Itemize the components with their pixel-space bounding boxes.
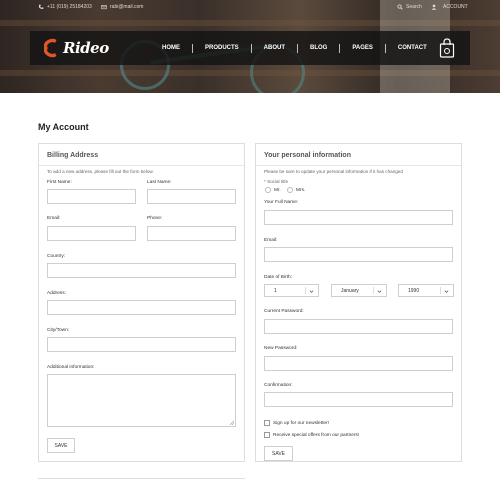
account-link[interactable]: ACCOUNT: [431, 4, 468, 10]
divider: [38, 478, 245, 479]
main-navbar: Rideo HOME PRODUCTS ABOUT BLOG PAGES CON…: [30, 31, 470, 65]
billing-address-panel: Billing Address To add a new address, pl…: [38, 143, 245, 462]
newsletter-label: Sign up for our newsletter!: [273, 421, 329, 426]
email-label: Email:: [47, 216, 61, 221]
address-input[interactable]: [47, 300, 236, 315]
shopping-bag-icon[interactable]: [439, 37, 455, 59]
offers-checkbox[interactable]: [264, 432, 270, 438]
additional-info-textarea[interactable]: [47, 374, 236, 427]
nav-item-home[interactable]: HOME: [150, 44, 192, 53]
nav-item-about[interactable]: ABOUT: [250, 44, 297, 53]
city-label: City/Town:: [47, 328, 70, 333]
personal-heading: Your personal information: [264, 152, 351, 159]
current-password-input[interactable]: [264, 319, 453, 334]
billing-email-input[interactable]: [47, 226, 136, 241]
phone-text: +11 (019) 25184203: [47, 4, 92, 10]
billing-save-button[interactable]: SAVE: [47, 438, 75, 453]
country-label: Country:: [47, 254, 66, 259]
first-name-label: First Name:: [47, 180, 72, 185]
brand-name: Rideo: [63, 39, 109, 57]
personal-note: Please be sure to update your personal i…: [264, 169, 403, 174]
divider: [305, 287, 306, 294]
search-icon: [397, 4, 403, 10]
newsletter-checkbox[interactable]: [264, 420, 270, 426]
billing-heading: Billing Address: [47, 152, 99, 159]
city-input[interactable]: [47, 337, 236, 352]
divider: [256, 165, 461, 166]
mrs-label: Mrs.: [296, 188, 306, 193]
offers-label: Receive special offers from our partners…: [273, 433, 360, 438]
phone-label: Phone:: [147, 216, 163, 221]
new-password-input[interactable]: [264, 356, 453, 371]
personal-email-input[interactable]: [264, 247, 453, 262]
nav-item-pages[interactable]: PAGES: [339, 44, 385, 53]
mr-label: Mr.: [274, 188, 281, 193]
mail-icon: [101, 5, 107, 10]
divider: [373, 287, 374, 294]
billing-note: To add a new address, please fill out th…: [47, 169, 154, 174]
user-icon: [431, 4, 437, 10]
top-bar: +11 (019) 25184203 rabi@mail.com Search …: [0, 0, 500, 14]
chevron-down-icon: [377, 290, 382, 293]
current-password-label: Current Password:: [264, 309, 304, 314]
nav-item-blog[interactable]: BLOG: [297, 44, 339, 53]
personal-info-panel: Your personal information Please be sure…: [255, 143, 462, 462]
dob-year-value: 1990: [408, 288, 420, 294]
logo[interactable]: Rideo: [44, 38, 109, 58]
address-label: Address:: [47, 291, 66, 296]
dob-day-value: 1: [274, 288, 277, 294]
email-text: rabi@mail.com: [110, 4, 144, 10]
confirmation-label: Confirmation:: [264, 383, 293, 388]
dob-month-select[interactable]: January: [331, 284, 387, 297]
social-title-label: * Social title: [264, 179, 289, 184]
search-link[interactable]: Search: [397, 4, 422, 10]
chevron-down-icon: [444, 290, 449, 293]
nav-menu: HOME PRODUCTS ABOUT BLOG PAGES CONTACT: [150, 44, 439, 53]
dob-day-select[interactable]: 1: [264, 284, 319, 297]
account-label: ACCOUNT: [443, 4, 468, 10]
phone-input[interactable]: [147, 226, 236, 241]
page-title: My Account: [38, 122, 89, 132]
additional-info-label: Additional information:: [47, 365, 95, 370]
first-name-input[interactable]: [47, 189, 136, 204]
search-label: Search: [406, 4, 422, 10]
nav-item-contact[interactable]: CONTACT: [384, 44, 439, 53]
confirmation-input[interactable]: [264, 392, 453, 407]
full-name-input[interactable]: [264, 210, 453, 225]
email-contact[interactable]: rabi@mail.com: [101, 4, 143, 10]
phone-contact[interactable]: +11 (019) 25184203: [38, 4, 92, 10]
divider: [39, 165, 244, 166]
hero-banner: +11 (019) 25184203 rabi@mail.com Search …: [0, 0, 500, 93]
mr-radio[interactable]: [265, 187, 271, 193]
dob-label: Date of Birth:: [264, 275, 292, 280]
full-name-label: Your Full Name:: [264, 200, 299, 205]
chevron-down-icon: [309, 290, 314, 293]
country-input[interactable]: [47, 263, 236, 278]
personal-save-button[interactable]: SAVE: [264, 446, 293, 461]
mrs-radio[interactable]: [287, 187, 293, 193]
nav-item-products[interactable]: PRODUCTS: [192, 44, 251, 53]
resize-handle-icon[interactable]: [229, 420, 234, 425]
personal-email-label: Email:: [264, 238, 278, 243]
gear-logo-icon: [44, 38, 57, 58]
divider: [440, 287, 441, 294]
last-name-input[interactable]: [147, 189, 236, 204]
last-name-label: Last Name:: [147, 180, 172, 185]
dob-month-value: January: [341, 288, 359, 294]
dob-year-select[interactable]: 1990: [398, 284, 454, 297]
new-password-label: New Password:: [264, 346, 298, 351]
phone-icon: [38, 4, 44, 9]
